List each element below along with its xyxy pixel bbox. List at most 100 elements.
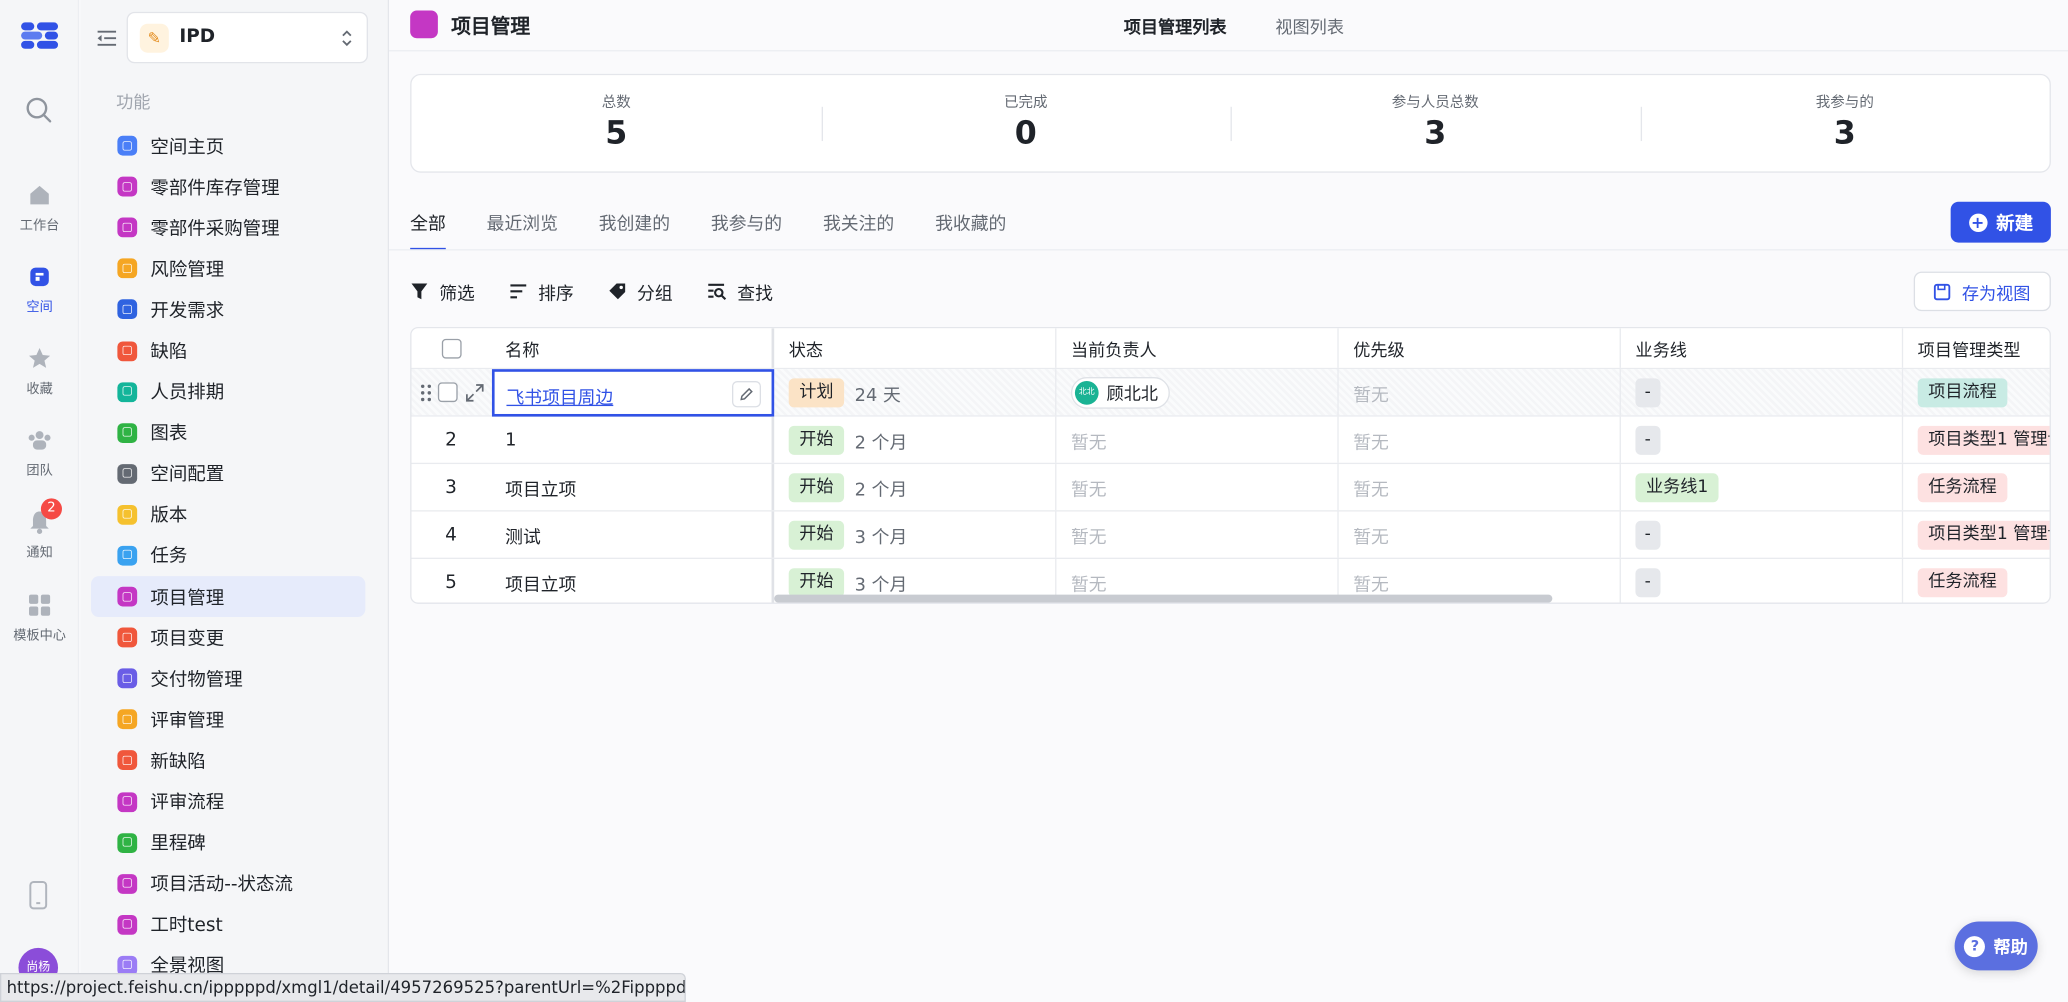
group-button[interactable]: 分组 bbox=[608, 278, 673, 305]
name-cell[interactable]: 1 bbox=[491, 416, 775, 463]
status-cell[interactable]: 开始 2 个月 bbox=[774, 416, 1057, 463]
rail-item-notifications[interactable]: 2 通知 bbox=[0, 498, 79, 560]
edit-button[interactable] bbox=[731, 381, 762, 408]
header-status[interactable]: 状态 bbox=[774, 328, 1057, 368]
status-cell[interactable]: 开始 3 个月 bbox=[774, 511, 1057, 558]
filter-button[interactable]: 筛选 bbox=[410, 278, 475, 305]
sidebar-item[interactable]: ▢ 评审管理 bbox=[91, 699, 365, 740]
expand-icon[interactable] bbox=[465, 383, 483, 401]
rail-item-team[interactable]: 团队 bbox=[0, 427, 79, 479]
sidebar-item[interactable]: ▢ 图表 bbox=[91, 412, 365, 453]
project-type-cell[interactable]: 任务流程 bbox=[1903, 464, 2049, 510]
priority-cell[interactable]: 暂无 bbox=[1339, 369, 1621, 416]
project-type-cell[interactable]: 任务流程 bbox=[1903, 559, 2049, 603]
status-cell[interactable]: 计划 24 天 bbox=[774, 369, 1057, 416]
space-selector[interactable]: ✎ IPD bbox=[126, 11, 368, 64]
table-row[interactable]: 4 测试 开始 3 个月 暂无 暂无 - 项目类型1 管理计 bbox=[411, 511, 2050, 560]
view-tab-created[interactable]: 我创建的 bbox=[599, 208, 670, 248]
tab-project-list[interactable]: 项目管理列表 bbox=[1124, 13, 1227, 38]
save-view-button[interactable]: 存为视图 bbox=[1913, 271, 2051, 312]
table-row[interactable]: 3 项目立项 开始 2 个月 暂无 暂无 业务线1 任务流程 bbox=[411, 464, 2050, 512]
project-type-cell[interactable]: 项目类型1 管理计 bbox=[1903, 417, 2050, 463]
sort-button[interactable]: 排序 bbox=[509, 278, 574, 305]
business-line-tag: - bbox=[1635, 425, 1661, 455]
sidebar-item[interactable]: ▢ 空间配置 bbox=[91, 453, 365, 494]
priority-cell[interactable]: 暂无 bbox=[1339, 416, 1621, 463]
sidebar-item[interactable]: ▢ 里程碑 bbox=[91, 822, 365, 863]
project-name[interactable]: 项目立项 bbox=[505, 474, 576, 500]
sidebar-item[interactable]: ▢ 新缺陷 bbox=[91, 740, 365, 781]
new-button[interactable]: + 新建 bbox=[1950, 201, 2051, 243]
table-row[interactable]: 2 1 开始 2 个月 暂无 暂无 - 项目类型1 管理计 bbox=[411, 416, 2050, 465]
sidebar-item[interactable]: ▢ 项目活动--状态流 bbox=[91, 863, 365, 904]
sidebar-item[interactable]: ▢ 评审流程 bbox=[91, 781, 365, 822]
name-cell-selected[interactable]: 飞书项目周边 bbox=[491, 369, 775, 417]
project-name[interactable]: 项目立项 bbox=[505, 569, 576, 595]
sidebar-item[interactable]: ▢ 人员排期 bbox=[91, 371, 365, 412]
sidebar-item[interactable]: ▢ 零部件采购管理 bbox=[91, 207, 365, 248]
table-row[interactable]: 飞书项目周边 计划 24 天 北北 顾北北 暂无 - 项目流程 bbox=[411, 369, 2050, 417]
header-owner[interactable]: 当前负责人 bbox=[1056, 328, 1339, 368]
sidebar-item[interactable]: ▢ 开发需求 bbox=[91, 289, 365, 330]
drag-handle-icon[interactable] bbox=[419, 383, 432, 401]
status-cell[interactable]: 开始 2 个月 bbox=[774, 464, 1057, 511]
name-cell[interactable]: 测试 bbox=[491, 511, 775, 558]
tab-view-list[interactable]: 视图列表 bbox=[1275, 13, 1344, 38]
view-tab-participated[interactable]: 我参与的 bbox=[711, 208, 782, 248]
collapse-sidebar-icon[interactable] bbox=[96, 28, 117, 49]
rail-item-favorites[interactable]: 收藏 bbox=[0, 345, 79, 397]
priority-cell[interactable]: 暂无 bbox=[1339, 464, 1621, 511]
business-line-cell[interactable]: - bbox=[1621, 416, 1904, 463]
project-name-link[interactable]: 飞书项目周边 bbox=[506, 382, 613, 409]
project-name[interactable]: 测试 bbox=[505, 521, 541, 548]
view-tab-recent[interactable]: 最近浏览 bbox=[487, 208, 558, 248]
sidebar-item[interactable]: ▢ 项目变更 bbox=[91, 617, 365, 658]
project-name[interactable]: 1 bbox=[505, 429, 516, 450]
owner-cell[interactable]: 暂无 bbox=[1056, 464, 1339, 511]
owner-pill[interactable]: 北北 顾北北 bbox=[1070, 376, 1170, 409]
name-cell[interactable]: 项目立项 bbox=[491, 464, 775, 511]
header-business-line[interactable]: 业务线 bbox=[1621, 328, 1904, 368]
help-button[interactable]: ? 帮助 bbox=[1954, 921, 2038, 971]
find-button[interactable]: 查找 bbox=[707, 278, 773, 305]
header-priority[interactable]: 优先级 bbox=[1339, 328, 1621, 368]
horizontal-scrollbar[interactable] bbox=[774, 594, 1553, 603]
sidebar-item[interactable]: ▢ 风险管理 bbox=[91, 248, 365, 289]
business-line-cell[interactable]: - bbox=[1621, 511, 1904, 558]
name-cell[interactable]: 项目立项 bbox=[491, 559, 775, 603]
rail-item-workbench[interactable]: 工作台 bbox=[0, 182, 79, 233]
view-tab-all[interactable]: 全部 bbox=[410, 208, 446, 251]
priority-cell[interactable]: 暂无 bbox=[1339, 511, 1621, 558]
header-name[interactable]: 名称 bbox=[491, 328, 775, 368]
business-line-cell[interactable]: - bbox=[1621, 559, 1904, 603]
sidebar-item[interactable]: ▢ 交付物管理 bbox=[91, 658, 365, 699]
business-line-cell[interactable]: 业务线1 bbox=[1621, 464, 1904, 511]
sidebar-item[interactable]: ▢ 项目管理 bbox=[91, 576, 366, 618]
rail-item-label: 工作台 bbox=[19, 218, 60, 234]
header-project-type[interactable]: 项目管理类型 bbox=[1903, 328, 2049, 368]
rail-item-templates[interactable]: 模板中心 bbox=[0, 592, 79, 643]
search-icon[interactable] bbox=[24, 95, 53, 124]
row-checkbox[interactable] bbox=[437, 382, 457, 403]
sidebar-item[interactable]: ▢ 工时test bbox=[91, 904, 365, 945]
mobile-icon[interactable] bbox=[26, 881, 50, 910]
project-type-cell[interactable]: 项目流程 bbox=[1903, 369, 2049, 415]
sidebar-item[interactable]: ▢ 任务 bbox=[91, 535, 365, 576]
sidebar-item[interactable]: ▢ 空间主页 bbox=[91, 125, 365, 166]
owner-cell[interactable]: 北北 顾北北 bbox=[1056, 369, 1339, 416]
rail-item-space[interactable]: 空间 bbox=[0, 264, 79, 315]
project-type-cell[interactable]: 项目类型1 管理计 bbox=[1903, 512, 2050, 558]
pencil-icon bbox=[740, 387, 753, 401]
owner-cell[interactable]: 暂无 bbox=[1056, 511, 1339, 558]
duration-text: 3 个月 bbox=[854, 526, 908, 548]
sidebar-item[interactable]: ▢ 零部件库存管理 bbox=[91, 166, 365, 207]
sidebar-item[interactable]: ▢ 版本 bbox=[91, 494, 365, 535]
select-all-checkbox[interactable] bbox=[441, 338, 461, 358]
view-tab-favorites[interactable]: 我收藏的 bbox=[935, 208, 1006, 248]
business-line-cell[interactable]: - bbox=[1621, 369, 1904, 416]
module-icon: ▢ bbox=[117, 258, 138, 279]
view-tab-following[interactable]: 我关注的 bbox=[823, 208, 894, 248]
sidebar-item[interactable]: ▢ 缺陷 bbox=[91, 330, 365, 371]
app-logo-icon[interactable] bbox=[18, 18, 60, 52]
owner-cell[interactable]: 暂无 bbox=[1056, 416, 1339, 463]
